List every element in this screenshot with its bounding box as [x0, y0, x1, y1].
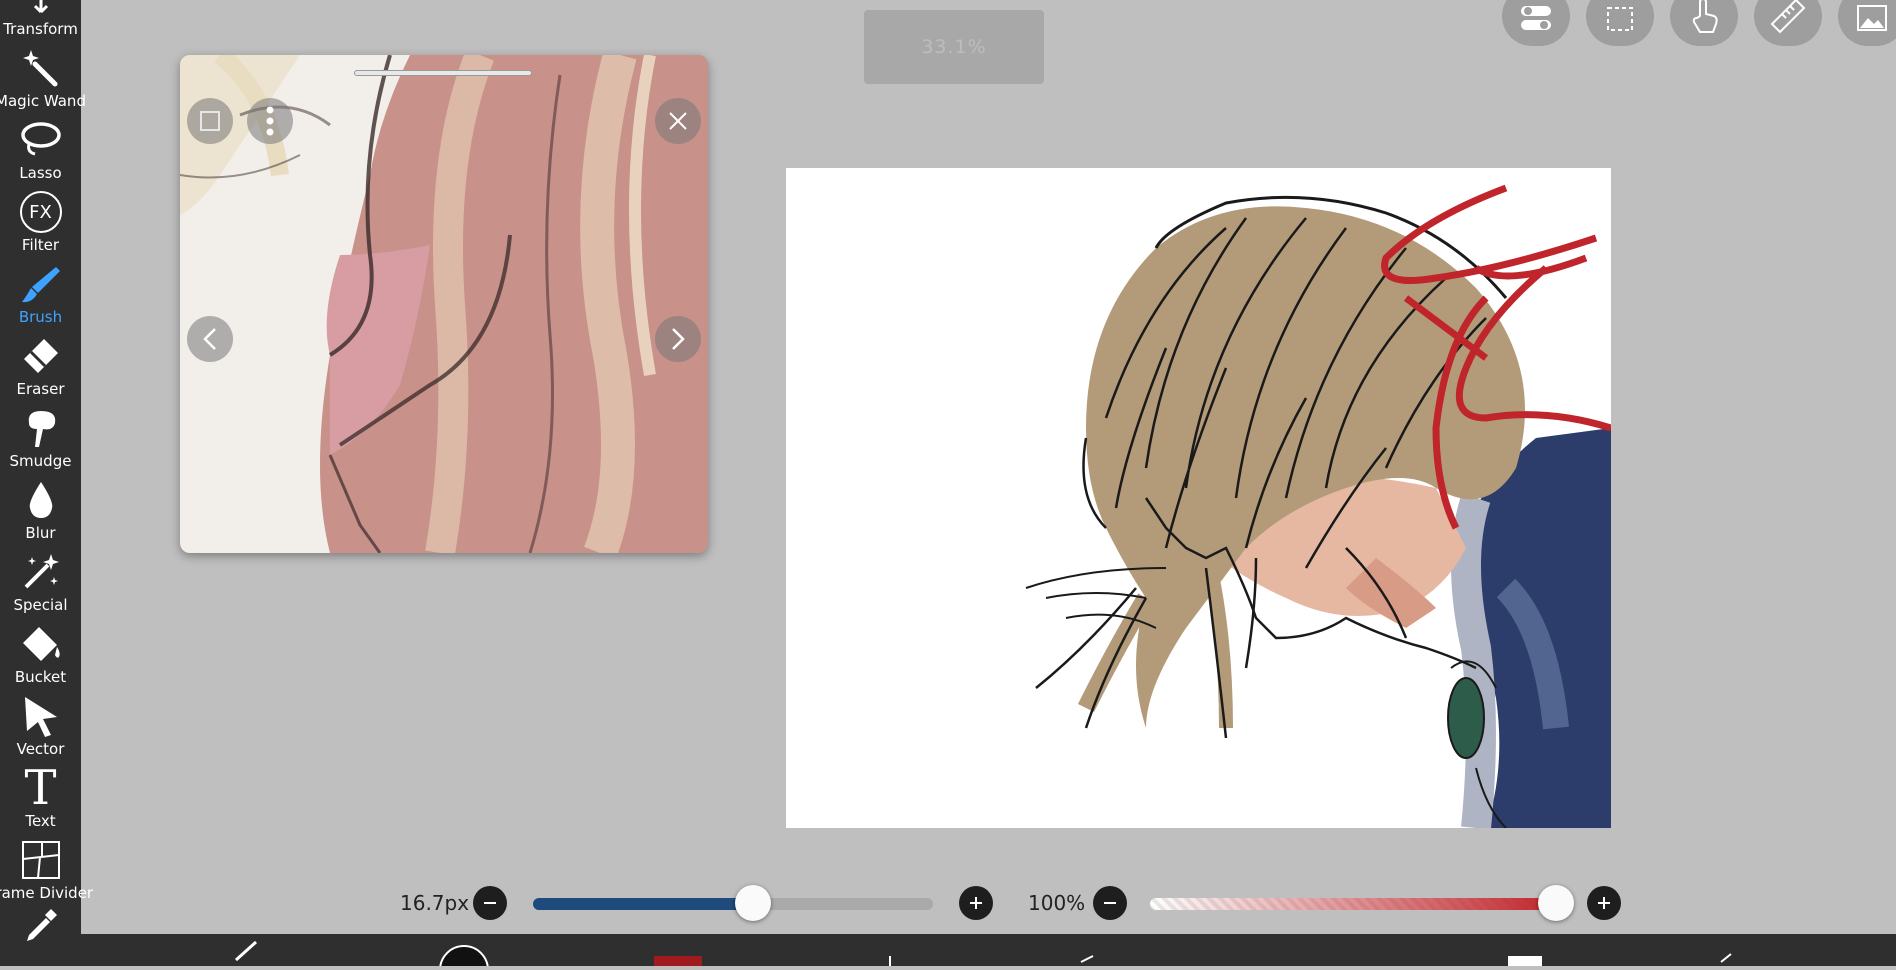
brush-size-decrease-button[interactable] [473, 886, 507, 920]
opacity-label: 100% [1028, 891, 1086, 915]
toggle-button[interactable] [1502, 0, 1570, 46]
ruler-button[interactable] [1754, 0, 1822, 46]
square-icon [200, 111, 220, 131]
bottom-toolbar-icons [234, 940, 1732, 970]
tool-label: Vector [16, 740, 65, 758]
hand-button[interactable] [1670, 0, 1738, 46]
opacity-thumb[interactable] [1538, 885, 1574, 921]
drawing-canvas[interactable] [786, 168, 1611, 828]
transform-icon [18, 0, 64, 19]
brush-size-thumb[interactable] [735, 885, 771, 921]
eraser-icon [18, 333, 64, 379]
tool-label: Blur [25, 524, 56, 542]
tool-magic-wand[interactable]: Magic Wand [0, 38, 86, 110]
reference-drag-handle[interactable] [354, 70, 532, 76]
lasso-icon [18, 117, 64, 163]
tool-transform[interactable]: Transform [0, 0, 81, 38]
tool-eyedropper[interactable] [0, 902, 81, 962]
special-sparkle-icon [18, 549, 64, 595]
more-vertical-icon [266, 106, 274, 136]
close-icon [669, 112, 687, 130]
tool-lasso[interactable]: Lasso [0, 110, 81, 182]
tool-frame-divider[interactable]: Frame Divider [0, 830, 93, 902]
tool-label: Special [13, 596, 68, 614]
tool-label: Frame Divider [0, 884, 94, 902]
brush-size-increase-button[interactable] [959, 886, 993, 920]
reference-close-button[interactable] [655, 98, 701, 144]
tool-vector[interactable]: Vector [0, 686, 81, 758]
ruler-icon [1770, 0, 1806, 34]
reference-next-button[interactable] [655, 316, 701, 362]
toggle-icon [1521, 6, 1551, 30]
chevron-right-icon [672, 328, 685, 350]
tool-label: Smudge [9, 452, 72, 470]
tool-label: Eraser [16, 380, 65, 398]
minus-icon [1104, 902, 1116, 904]
brush-size-label: 16.7px [400, 891, 470, 915]
tool-label: Transform [3, 20, 78, 38]
opacity-increase-button[interactable] [1587, 886, 1621, 920]
tool-blur[interactable]: Blur [0, 470, 81, 542]
tool-label: Magic Wand [0, 92, 86, 110]
tool-sidebar: Transform Magic Wand Lasso FX Filter Bru… [0, 0, 93, 966]
chevron-left-icon [203, 328, 216, 350]
plus-icon [1598, 897, 1610, 909]
image-icon [1857, 5, 1887, 31]
selection-icon [1607, 7, 1633, 31]
tool-label: Text [25, 812, 56, 830]
vector-arrow-icon [18, 693, 64, 739]
opacity-track[interactable] [1150, 898, 1556, 910]
tool-brush[interactable]: Brush [0, 254, 81, 326]
eyedropper-icon [18, 902, 64, 948]
image-button[interactable] [1838, 0, 1896, 46]
bottom-toolbar [81, 934, 1896, 970]
hand-icon [1692, 0, 1718, 33]
reference-menu-button[interactable] [247, 98, 293, 144]
selection-button[interactable] [1586, 0, 1654, 46]
bucket-icon [18, 621, 64, 667]
brush-size-fill [533, 898, 753, 910]
opacity-fill [1150, 898, 1556, 910]
plus-icon [970, 897, 982, 909]
fx-icon-text: FX [19, 191, 62, 233]
tool-text[interactable]: T Text [0, 758, 81, 830]
minus-icon [484, 902, 496, 904]
frame-divider-icon [18, 837, 64, 883]
tool-label: Filter [21, 236, 60, 254]
text-icon: T [18, 760, 64, 816]
zoom-indicator: 33.1% [864, 10, 1044, 84]
tool-filter[interactable]: FX Filter [0, 182, 81, 254]
tool-label: Lasso [19, 164, 62, 182]
tool-eraser[interactable]: Eraser [0, 326, 81, 398]
text-icon-glyph: T [24, 760, 57, 816]
blur-drop-icon [18, 477, 64, 523]
zoom-label: 33.1% [921, 36, 987, 58]
smudge-icon [18, 405, 64, 451]
artwork [1025, 184, 1611, 828]
reference-toggle-button[interactable] [187, 98, 233, 144]
tool-label: Brush [18, 308, 63, 326]
opacity-decrease-button[interactable] [1093, 886, 1127, 920]
reference-window[interactable] [180, 55, 708, 553]
tool-smudge[interactable]: Smudge [0, 398, 81, 470]
reference-prev-button[interactable] [187, 316, 233, 362]
tool-special[interactable]: Special [0, 542, 81, 614]
brush-size-track[interactable] [533, 898, 933, 910]
brush-icon [18, 261, 64, 307]
tool-label: Bucket [14, 668, 67, 686]
tool-bucket[interactable]: Bucket [0, 614, 81, 686]
magic-wand-icon [18, 45, 64, 91]
fx-icon: FX [18, 189, 64, 235]
